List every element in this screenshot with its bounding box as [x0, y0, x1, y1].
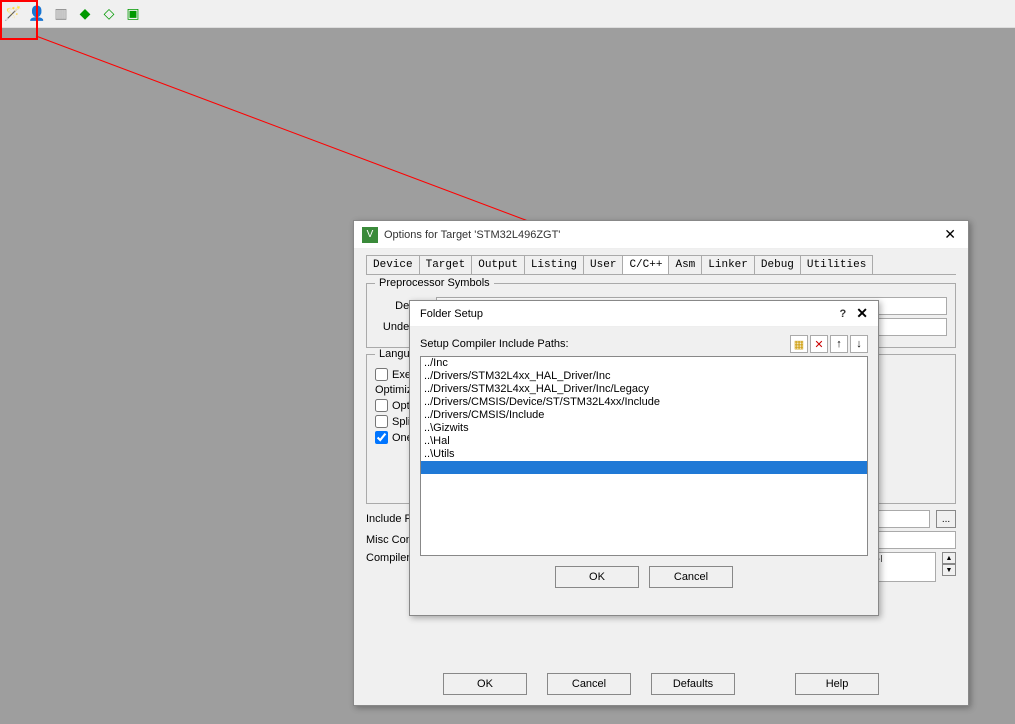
main-toolbar: 🪄 👤 ▥ ◆ ◇ ▣: [0, 0, 1015, 28]
batch-build-icon[interactable]: ▣: [124, 5, 142, 23]
list-item[interactable]: ../Drivers/CMSIS/Include: [421, 409, 867, 422]
tab-user[interactable]: User: [583, 255, 623, 274]
options-tabs: Device Target Output Listing User C/C++ …: [366, 255, 956, 275]
include-paths-browse-button[interactable]: ...: [936, 510, 956, 528]
options-title: Options for Target 'STM32L496ZGT': [384, 229, 940, 241]
dialog-app-icon: V: [362, 227, 378, 243]
tab-output[interactable]: Output: [471, 255, 525, 274]
options-close-icon[interactable]: ✕: [940, 226, 960, 243]
options-icon[interactable]: 🪄: [4, 5, 22, 23]
list-item[interactable]: ..\Hal: [421, 435, 867, 448]
options-button-bar: OK Cancel Defaults Help: [354, 673, 968, 695]
options-ok-button[interactable]: OK: [443, 673, 527, 695]
list-item[interactable]: ../Inc: [421, 357, 867, 370]
list-item[interactable]: ../Drivers/CMSIS/Device/ST/STM32L4xx/Inc…: [421, 396, 867, 409]
tab-target[interactable]: Target: [419, 255, 473, 274]
folder-setup-dialog: Folder Setup ? ✕ Setup Compiler Include …: [409, 300, 879, 616]
list-item[interactable]: ..\Gizwits: [421, 422, 867, 435]
tab-utilities[interactable]: Utilities: [800, 255, 873, 274]
folder-titlebar: Folder Setup ? ✕: [410, 301, 878, 327]
tab-device[interactable]: Device: [366, 255, 420, 274]
build-icon[interactable]: ◆: [76, 5, 94, 23]
list-item[interactable]: ../Drivers/STM32L4xx_HAL_Driver/Inc/Lega…: [421, 383, 867, 396]
scroll-up-button[interactable]: ▲: [942, 552, 956, 564]
tab-c-cpp[interactable]: C/C++: [622, 255, 669, 274]
folder-delete-icon[interactable]: ✕: [810, 335, 828, 353]
options-titlebar: V Options for Target 'STM32L496ZGT' ✕: [354, 221, 968, 249]
tab-asm[interactable]: Asm: [668, 255, 702, 274]
tab-listing[interactable]: Listing: [524, 255, 584, 274]
folder-path-list[interactable]: ../Inc ../Drivers/STM32L4xx_HAL_Driver/I…: [420, 356, 868, 556]
folder-ok-button[interactable]: OK: [555, 566, 639, 588]
list-item[interactable]: ..\Utils: [421, 448, 867, 461]
list-item[interactable]: ../Drivers/STM32L4xx_HAL_Driver/Inc: [421, 370, 867, 383]
scroll-down-button[interactable]: ▼: [942, 564, 956, 576]
folder-cancel-button[interactable]: Cancel: [649, 566, 733, 588]
rebuild-icon[interactable]: ◇: [100, 5, 118, 23]
options-defaults-button[interactable]: Defaults: [651, 673, 735, 695]
stack-icon[interactable]: ▥: [52, 5, 70, 23]
folder-list-label: Setup Compiler Include Paths:: [420, 338, 790, 350]
person-icon[interactable]: 👤: [28, 5, 46, 23]
folder-new-icon[interactable]: ▦: [790, 335, 808, 353]
options-help-button[interactable]: Help: [795, 673, 879, 695]
folder-title: Folder Setup: [420, 308, 840, 320]
compiler-control-scroll: ▲ ▼: [942, 552, 956, 576]
folder-help-icon[interactable]: ?: [840, 308, 847, 320]
folder-body: Setup Compiler Include Paths: ▦ ✕ ↑ ↓ ..…: [410, 327, 878, 615]
folder-move-down-icon[interactable]: ↓: [850, 335, 868, 353]
tab-debug[interactable]: Debug: [754, 255, 801, 274]
folder-move-up-icon[interactable]: ↑: [830, 335, 848, 353]
options-cancel-button[interactable]: Cancel: [547, 673, 631, 695]
list-item-selected[interactable]: [421, 461, 867, 474]
folder-close-icon[interactable]: ✕: [856, 305, 868, 322]
folder-button-bar: OK Cancel: [420, 566, 868, 588]
tab-linker[interactable]: Linker: [701, 255, 755, 274]
group-preprocessor-title: Preprocessor Symbols: [375, 277, 494, 289]
